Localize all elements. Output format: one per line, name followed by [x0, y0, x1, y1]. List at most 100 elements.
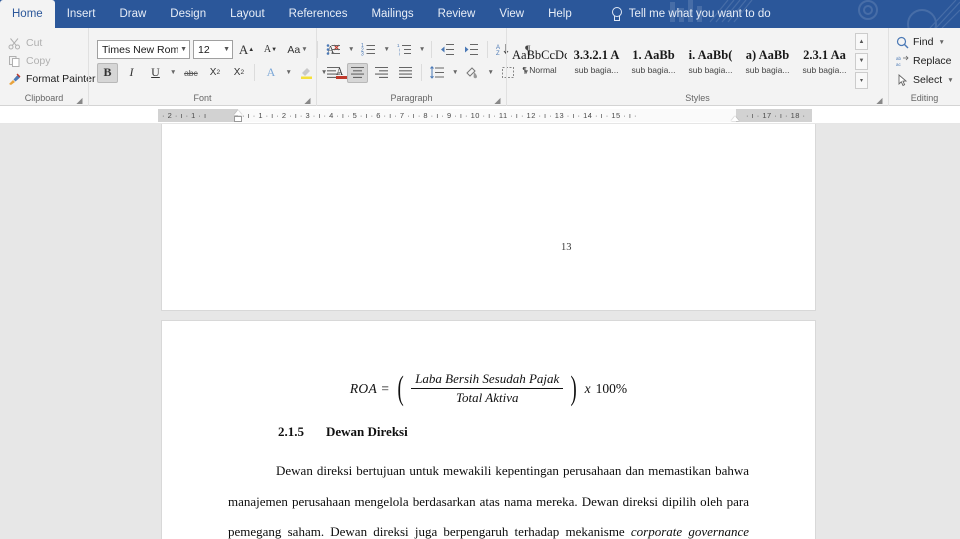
tab-layout[interactable]: Layout: [218, 0, 277, 28]
left-indent-marker[interactable]: [234, 116, 242, 122]
style-item-normal[interactable]: AaBbCcDc ¶ Normal: [511, 32, 568, 90]
ribbon-group-paragraph: ▼ 123 ▼ 1ii ▼ A Z ¶ ▼ ▼ ▼ Paragraph ◢: [316, 28, 531, 106]
copy-button[interactable]: Copy: [5, 53, 54, 70]
line-spacing-button[interactable]: [427, 63, 448, 83]
font-name-combo[interactable]: Times New Roma ▼: [97, 40, 190, 59]
shading-button[interactable]: [462, 63, 483, 83]
decrease-indent-button[interactable]: [437, 40, 458, 60]
tell-me-search[interactable]: Tell me what you want to do: [602, 0, 779, 28]
divider: [487, 41, 489, 58]
text-effects-button[interactable]: A: [260, 63, 281, 83]
styles-scroll-down-icon[interactable]: ▼: [855, 52, 868, 70]
editing-group-label: Editing: [910, 93, 939, 103]
find-button[interactable]: Find ▼: [894, 33, 948, 51]
horizontal-ruler[interactable]: · 2 · ı · 1 · ı · ı · 1 · ı · 2 · ı · 3 …: [158, 109, 812, 122]
body-paragraph[interactable]: Dewan direksi bertujuan untuk mewakili k…: [228, 456, 749, 539]
superscript-button[interactable]: X2: [228, 63, 249, 83]
tab-home[interactable]: Home: [0, 0, 55, 28]
first-line-indent-marker[interactable]: [234, 108, 242, 116]
multilevel-chevron-down-icon[interactable]: ▼: [418, 46, 426, 53]
styles-dialog-launcher[interactable]: ◢: [875, 96, 884, 105]
document-canvas[interactable]: 13 ROA = ( Laba Bersih Sesudah Pajak Tot…: [0, 124, 960, 539]
tab-references[interactable]: References: [277, 0, 360, 28]
bullets-button[interactable]: [323, 40, 344, 60]
font-dialog-launcher[interactable]: ◢: [303, 96, 312, 105]
font-name-value: Times New Roma: [102, 43, 179, 56]
underline-button[interactable]: U: [145, 63, 166, 83]
change-case-button[interactable]: Aa ▼: [284, 40, 312, 60]
svg-text:ac: ac: [896, 62, 902, 67]
justify-button[interactable]: [395, 63, 416, 83]
ribbon-group-styles: AaBbCcDc ¶ Normal 3.3.2.1 A sub bagia...…: [506, 28, 888, 106]
page-content[interactable]: ROA = ( Laba Bersih Sesudah Pajak Total …: [162, 321, 815, 539]
font-size-value: 12: [198, 43, 210, 56]
style-item-1[interactable]: 3.3.2.1 A sub bagia...: [568, 32, 625, 90]
section-heading: 2.1.5 Dewan Direksi: [228, 424, 749, 440]
strikethrough-button[interactable]: abc: [180, 63, 201, 83]
shrink-font-button[interactable]: A ▼: [260, 40, 281, 60]
font-group-label: Font ◢: [193, 93, 312, 105]
page-current[interactable]: ROA = ( Laba Bersih Sesudah Pajak Total …: [161, 320, 816, 539]
style-item-2[interactable]: 1. AaBb sub bagia...: [625, 32, 682, 90]
numbering-button[interactable]: 123: [358, 40, 379, 60]
bold-button[interactable]: B: [97, 62, 118, 83]
align-left-button[interactable]: [323, 63, 344, 83]
styles-scroll-up-icon[interactable]: ▲: [855, 33, 868, 50]
clipboard-dialog-launcher[interactable]: ◢: [75, 96, 84, 105]
clipboard-group-label: Clipboard ◢: [24, 93, 84, 105]
increase-indent-button[interactable]: [461, 40, 482, 60]
ruler-marks: · ı · 1 · ı · 2 · ı · 3 · ı · 4 · ı · 5 …: [242, 111, 637, 120]
text-effects-chevron-down-icon[interactable]: ▼: [284, 69, 292, 76]
tab-review[interactable]: Review: [426, 0, 488, 28]
page-previous[interactable]: [161, 124, 816, 311]
paragraph-dialog-launcher[interactable]: ◢: [493, 96, 502, 105]
divider: [421, 64, 422, 81]
cut-label: Cut: [26, 37, 43, 49]
align-right-button[interactable]: [371, 63, 392, 83]
subscript-button[interactable]: X2: [204, 63, 225, 83]
paragraph-group-label: Paragraph ◢: [390, 93, 502, 105]
tab-mailings[interactable]: Mailings: [359, 0, 425, 28]
shading-chevron-down-icon[interactable]: ▼: [486, 69, 494, 76]
select-button[interactable]: Select ▼: [894, 71, 957, 89]
tab-insert[interactable]: Insert: [55, 0, 108, 28]
svg-text:i: i: [399, 52, 400, 57]
format-painter-button[interactable]: Format Painter: [5, 71, 98, 88]
underline-chevron-down-icon[interactable]: ▼: [169, 69, 177, 76]
svg-text:ab: ab: [896, 56, 902, 61]
tab-help[interactable]: Help: [536, 0, 584, 28]
search-icon: [896, 36, 909, 49]
find-label: Find: [913, 36, 934, 48]
tab-design[interactable]: Design: [158, 0, 218, 28]
cursor-select-icon: [896, 73, 909, 87]
cut-button[interactable]: Cut: [5, 35, 45, 52]
text-highlight-button[interactable]: [296, 63, 317, 83]
multilevel-list-button[interactable]: 1ii: [394, 40, 415, 60]
style-item-5[interactable]: 2.3.1 Aa sub bagia...: [796, 32, 853, 90]
tab-draw[interactable]: Draw: [107, 0, 158, 28]
paragraph-italic-1: corporate governance: [630, 524, 749, 539]
tab-view[interactable]: View: [487, 0, 536, 28]
replace-button[interactable]: ab ac Replace: [894, 52, 954, 70]
select-chevron-down-icon[interactable]: ▼: [946, 77, 954, 84]
align-center-button[interactable]: [347, 62, 368, 83]
font-size-combo[interactable]: 12 ▼: [193, 40, 233, 59]
right-indent-marker[interactable]: [731, 114, 739, 122]
style-item-3[interactable]: i. AaBb( sub bagia...: [682, 32, 739, 90]
numbering-chevron-down-icon[interactable]: ▼: [382, 46, 390, 53]
word-window: Home Insert Draw Design Layout Reference…: [0, 0, 960, 539]
formula-numerator: Laba Bersih Sesudah Pajak: [415, 371, 560, 386]
italic-button[interactable]: I: [121, 63, 142, 83]
style-item-4[interactable]: a) AaBb sub bagia...: [739, 32, 796, 90]
grow-font-button[interactable]: A ▲: [236, 40, 257, 60]
line-spacing-chevron-down-icon[interactable]: ▼: [451, 69, 459, 76]
formula-denominator: Total Aktiva: [456, 390, 519, 405]
styles-group-label: Styles ◢: [685, 93, 884, 105]
copy-label: Copy: [26, 55, 51, 67]
styles-more-icon[interactable]: ▾: [855, 72, 868, 89]
divider: [431, 41, 433, 58]
scissors-icon: [8, 37, 21, 50]
select-label: Select: [913, 74, 943, 86]
find-chevron-down-icon[interactable]: ▼: [937, 39, 945, 46]
bullets-chevron-down-icon[interactable]: ▼: [347, 46, 355, 53]
